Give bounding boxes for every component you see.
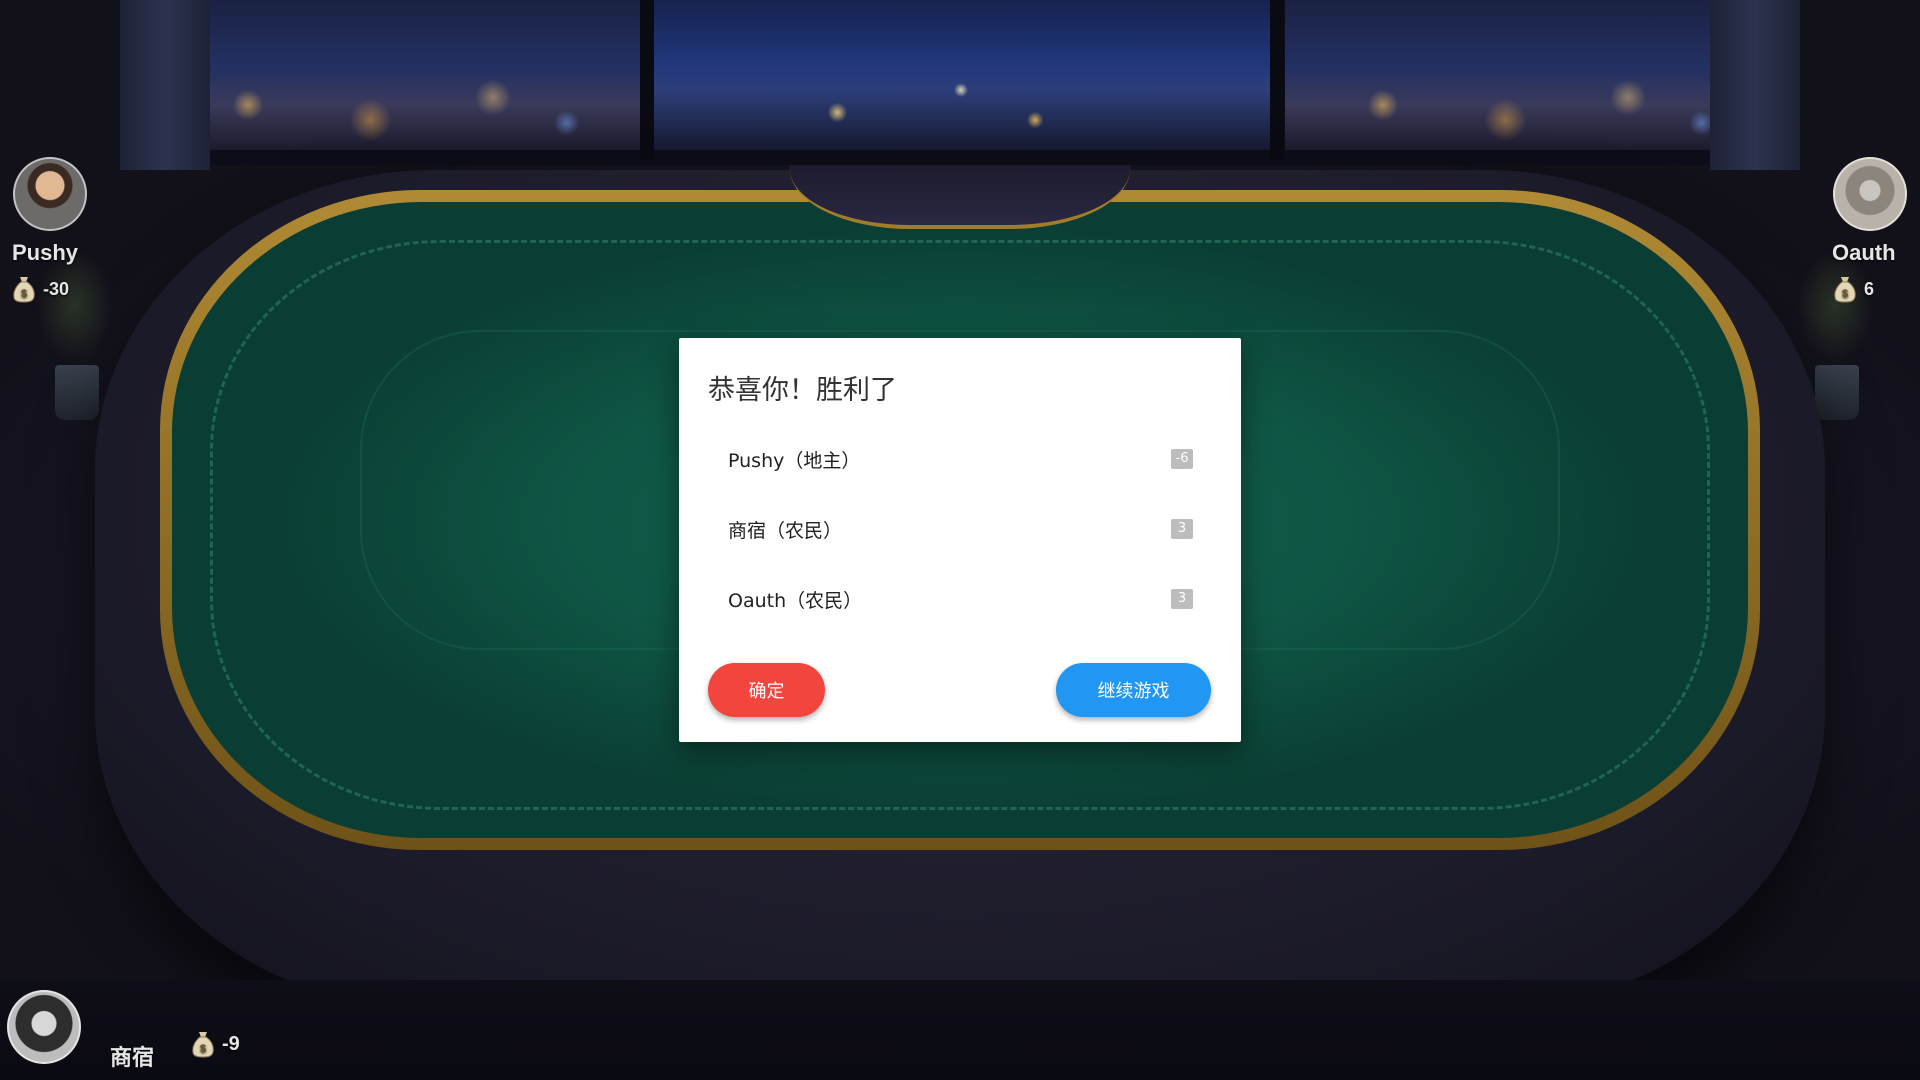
svg-text:$: $ (1842, 288, 1848, 300)
player-coins: $ 6 (1834, 275, 1874, 303)
result-player-name: 商宿（农民） (728, 519, 843, 542)
money-bag-icon: $ (13, 275, 35, 303)
coin-value: -30 (43, 278, 70, 299)
window-mullion (1270, 0, 1284, 160)
list-item: Oauth（农民） 3 (708, 564, 1213, 634)
coin-value: -9 (222, 1032, 240, 1055)
score-badge: -6 (1171, 449, 1193, 469)
player-coins: $ -30 (13, 275, 69, 303)
avatar[interactable] (13, 157, 87, 231)
dialog-title: 恭喜你！胜利了 (708, 375, 897, 406)
money-bag-icon: $ (1834, 275, 1856, 303)
player-coins: $ -9 (192, 1030, 240, 1058)
window-pane-center (652, 0, 1270, 150)
result-list: Pushy（地主） -6 商宿（农民） 3 Oauth（农民） 3 (708, 424, 1213, 634)
bottom-player-bar (0, 980, 1920, 1080)
svg-text:$: $ (21, 288, 27, 300)
player-name: Pushy (12, 240, 79, 265)
result-player-name: Oauth（农民） (728, 589, 863, 612)
window-pane-right (1285, 0, 1775, 150)
score-badge: 3 (1171, 589, 1193, 609)
list-item: Pushy（地主） -6 (708, 424, 1213, 494)
player-name: Oauth (1832, 240, 1896, 265)
list-item: 商宿（农民） 3 (708, 494, 1213, 564)
svg-text:$: $ (200, 1043, 206, 1055)
coin-value: 6 (1864, 278, 1875, 299)
window-mullion (640, 0, 654, 160)
avatar[interactable] (1833, 157, 1907, 231)
money-bag-icon: $ (192, 1030, 214, 1058)
score-badge: 3 (1171, 519, 1193, 539)
result-player-name: Pushy（地主） (728, 449, 861, 472)
continue-game-button[interactable]: 继续游戏 (1056, 663, 1211, 717)
game-result-dialog: 恭喜你！胜利了 Pushy（地主） -6 商宿（农民） 3 Oauth（农民） … (679, 338, 1241, 742)
confirm-button[interactable]: 确定 (708, 663, 825, 717)
curtain-left (120, 0, 210, 170)
avatar[interactable] (7, 990, 81, 1064)
window-pane-left (150, 0, 640, 150)
curtain-right (1710, 0, 1800, 170)
player-name: 商宿 (110, 1045, 155, 1070)
